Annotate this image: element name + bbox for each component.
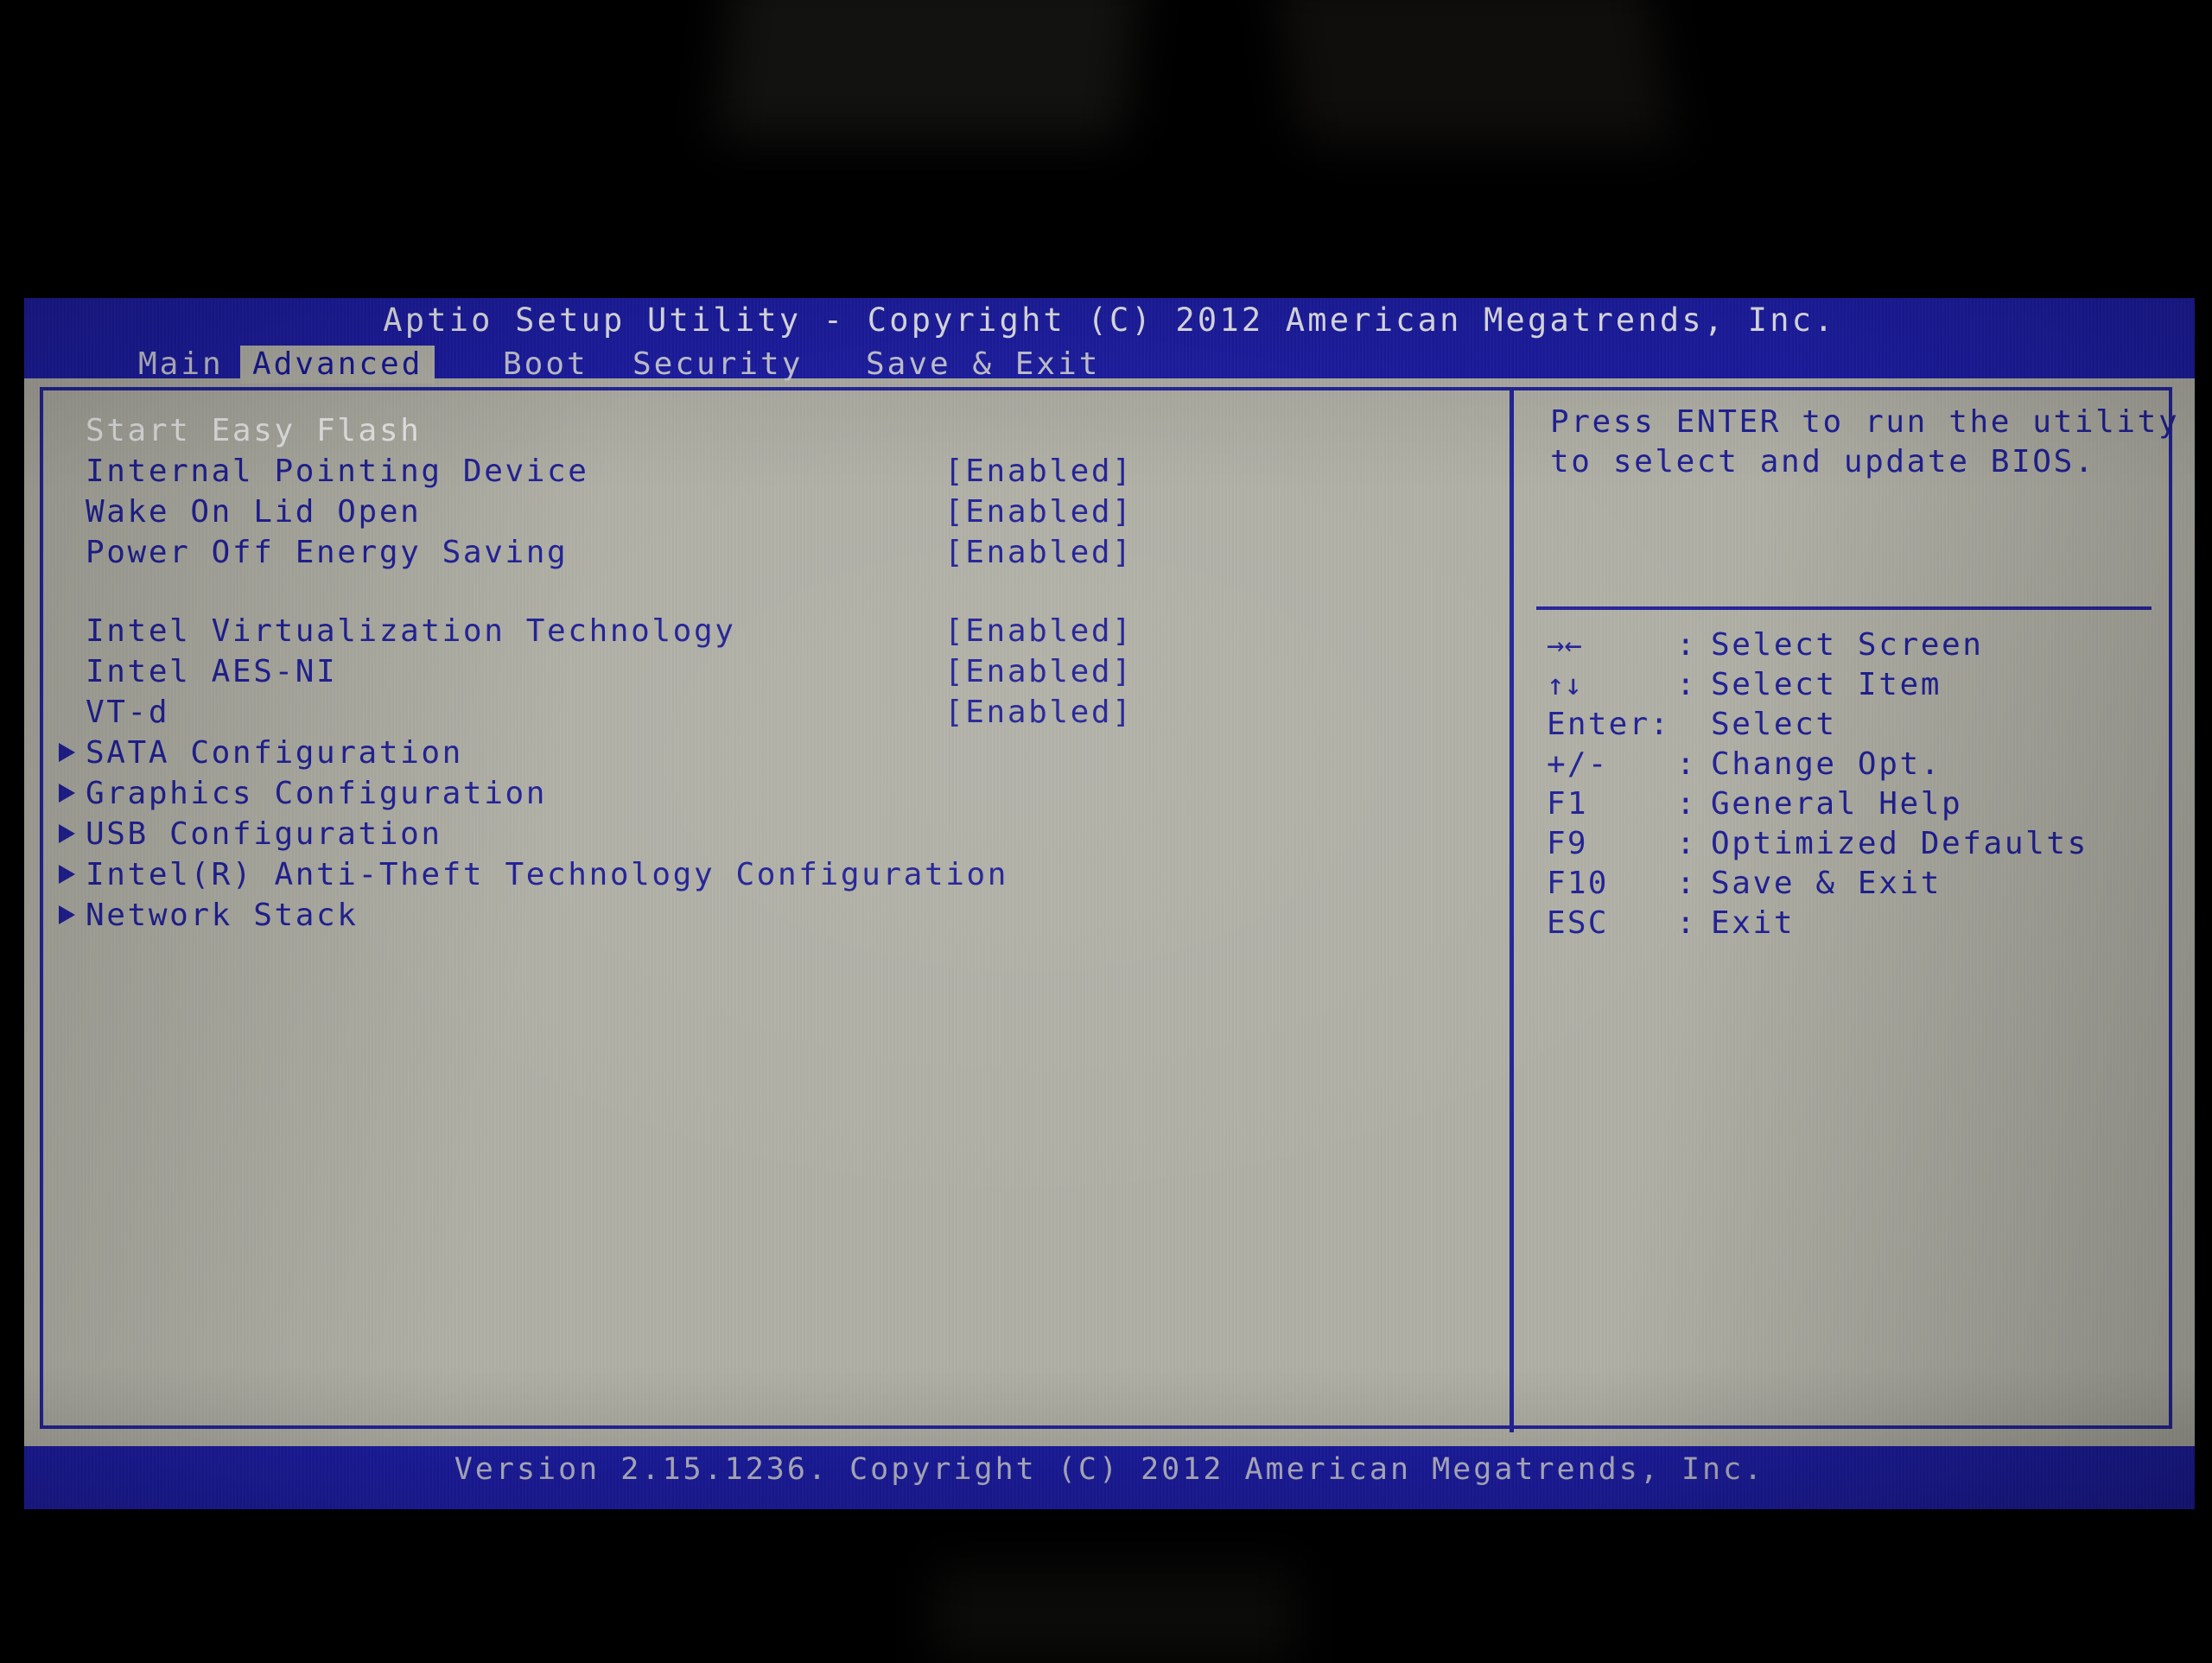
option-row[interactable]: Wake On Lid Open [Enabled] [43, 492, 1503, 532]
option-label: Intel(R) Anti-Theft Technology Configura… [86, 855, 1008, 895]
option-row[interactable]: Intel(R) Anti-Theft Technology Configura… [43, 855, 1503, 895]
legend-colon: : [1676, 625, 1695, 665]
option-value[interactable]: [Enabled] [944, 612, 1133, 651]
options-pane: Start Easy FlashInternal Pointing Device… [43, 390, 1510, 1432]
legend-row: F1: General Help [1547, 784, 2160, 824]
option-label: Intel AES-NI [86, 652, 337, 692]
legend-key: +/- [1547, 745, 1678, 784]
page-title: Aptio Setup Utility - Copyright (C) 2012… [24, 301, 2195, 339]
legend-description: Select Item [1711, 665, 1942, 705]
legend-description: Select Screen [1711, 625, 1984, 665]
option-label: Network Stack [86, 896, 359, 936]
submenu-arrow-icon [59, 743, 75, 762]
option-row[interactable]: SATA Configuration [43, 733, 1503, 773]
legend-key: ESC [1547, 904, 1678, 943]
option-row[interactable]: Internal Pointing Device [Enabled] [43, 452, 1503, 492]
legend-row: Enter:Select [1547, 705, 2160, 745]
option-row[interactable]: Start Easy Flash [43, 411, 1503, 451]
ambient-shape [716, 0, 1141, 138]
bios-screen: Aptio Setup Utility - Copyright (C) 2012… [24, 298, 2195, 1509]
help-text-line-2: to select and update BIOS. [1550, 442, 2095, 482]
legend-colon: : [1676, 665, 1695, 705]
legend-colon: : [1676, 745, 1695, 784]
tab-advanced[interactable]: Advanced [240, 346, 435, 384]
tab-main[interactable]: Main [126, 346, 236, 384]
legend-row: F9: Optimized Defaults [1547, 824, 2160, 864]
content-frame: Start Easy FlashInternal Pointing Device… [40, 387, 2172, 1429]
ambient-shape [1274, 0, 1673, 143]
option-row[interactable]: Intel AES-NI [Enabled] [43, 652, 1503, 692]
option-row[interactable]: Intel Virtualization Technology [Enabled] [43, 612, 1503, 651]
option-value[interactable]: [Enabled] [944, 693, 1133, 733]
version-text: Version 2.15.1236. Copyright (C) 2012 Am… [24, 1452, 2195, 1487]
option-value[interactable]: [Enabled] [944, 452, 1133, 492]
tab-save-exit[interactable]: Save & Exit [854, 346, 1112, 384]
option-label: Graphics Configuration [86, 774, 547, 814]
option-label: Wake On Lid Open [86, 492, 421, 532]
legend-colon: : [1676, 904, 1695, 943]
option-label: SATA Configuration [86, 733, 463, 773]
ambient-shape [933, 1568, 1296, 1663]
legend-key: F1 [1547, 784, 1678, 824]
tab-security[interactable]: Security [620, 346, 815, 384]
option-label: USB Configuration [86, 815, 442, 854]
option-label: VT-d [86, 693, 169, 733]
tab-boot[interactable]: Boot [491, 346, 601, 384]
option-label: Power Off Energy Saving [86, 533, 568, 573]
option-row[interactable]: Graphics Configuration [43, 774, 1503, 814]
option-row[interactable]: USB Configuration [43, 815, 1503, 854]
legend-description: Optimized Defaults [1711, 824, 2088, 864]
option-label: Intel Virtualization Technology [86, 612, 736, 651]
menu-tab-bar: MainAdvanced Boot Security Save & Exit [24, 346, 2195, 384]
legend-colon: : [1676, 784, 1695, 824]
help-separator [1536, 606, 2152, 610]
option-row[interactable]: Power Off Energy Saving [Enabled] [43, 533, 1503, 573]
submenu-arrow-icon [59, 865, 75, 884]
legend-row: +/-: Change Opt. [1547, 745, 2160, 784]
legend-colon: : [1676, 824, 1695, 864]
option-label: Start Easy Flash [86, 411, 421, 451]
help-text-line-1: Press ENTER to run the utility [1550, 403, 2179, 442]
option-row[interactable]: Network Stack [43, 896, 1503, 936]
legend-row: F10: Save & Exit [1547, 864, 2160, 904]
option-value[interactable]: [Enabled] [944, 492, 1133, 532]
legend-description: Exit [1711, 904, 1795, 943]
legend-description: Select [1711, 705, 1837, 745]
help-pane: Press ENTER to run the utility to select… [1514, 390, 2172, 1432]
legend-row: →←: Select Screen [1547, 625, 2160, 665]
legend-key: Enter: [1547, 705, 1711, 745]
option-row[interactable]: VT-d [Enabled] [43, 693, 1503, 733]
option-value[interactable]: [Enabled] [944, 652, 1133, 692]
legend-key: F10 [1547, 864, 1678, 904]
legend-description: Save & Exit [1711, 864, 1942, 904]
content-area: Start Easy FlashInternal Pointing Device… [24, 378, 2195, 1446]
legend-key: F9 [1547, 824, 1678, 864]
title-bar: Aptio Setup Utility - Copyright (C) 2012… [24, 298, 2195, 352]
arrow-left-right-icon: →← [1547, 625, 1678, 665]
submenu-arrow-icon [59, 905, 75, 924]
option-value[interactable]: [Enabled] [944, 533, 1133, 573]
legend-description: Change Opt. [1711, 745, 1942, 784]
submenu-arrow-icon [59, 784, 75, 803]
legend-colon: : [1676, 864, 1695, 904]
footer-bar: Version 2.15.1236. Copyright (C) 2012 Am… [24, 1446, 2195, 1509]
legend-description: General Help [1711, 784, 1962, 824]
arrow-up-down-icon: ↑↓ [1547, 665, 1678, 705]
legend-row: ↑↓: Select Item [1547, 665, 2160, 705]
option-label: Internal Pointing Device [86, 452, 589, 492]
legend-row: ESC: Exit [1547, 904, 2160, 943]
submenu-arrow-icon [59, 824, 75, 843]
